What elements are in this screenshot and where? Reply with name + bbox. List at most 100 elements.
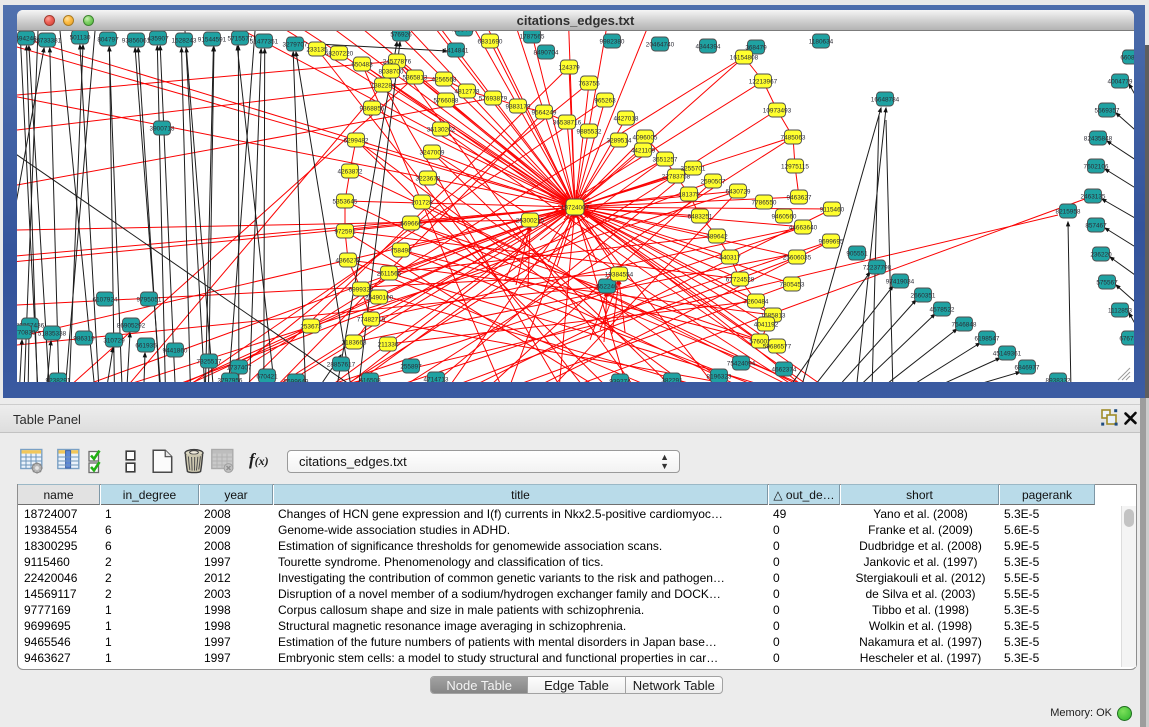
- svg-text:4096005: 4096005: [633, 134, 658, 141]
- svg-text:3797956: 3797956: [218, 377, 243, 382]
- svg-text:652246: 652246: [596, 283, 618, 290]
- svg-text:67724528: 67724528: [726, 276, 755, 283]
- svg-text:25490100: 25490100: [365, 294, 394, 301]
- svg-text:9115460: 9115460: [820, 206, 845, 213]
- svg-text:9368856: 9368856: [360, 105, 385, 112]
- svg-text:124379: 124379: [558, 64, 580, 71]
- svg-text:382291: 382291: [661, 377, 683, 382]
- svg-text:6107924: 6107924: [93, 296, 118, 303]
- svg-text:253673: 253673: [300, 323, 322, 330]
- svg-text:181375: 181375: [678, 191, 700, 198]
- svg-text:97419034: 97419034: [886, 278, 915, 285]
- svg-text:3255701: 3255701: [681, 165, 706, 172]
- svg-text:211330: 211330: [378, 341, 399, 348]
- svg-text:2660351: 2660351: [911, 292, 936, 299]
- svg-text:1737407: 1737407: [227, 364, 252, 371]
- svg-text:1112853: 1112853: [1108, 307, 1132, 314]
- svg-text:1180634: 1180634: [809, 38, 834, 45]
- svg-text:4004779: 4004779: [1108, 78, 1133, 85]
- svg-text:9699695: 9699695: [819, 238, 844, 245]
- svg-text:68207220: 68207220: [325, 50, 354, 57]
- svg-text:38733381: 38733381: [33, 37, 62, 44]
- svg-text:3651257: 3651257: [653, 156, 678, 163]
- svg-text:25300215: 25300215: [516, 217, 545, 224]
- svg-text:1382284: 1382284: [371, 82, 396, 89]
- svg-text:8215958: 8215958: [1056, 208, 1081, 215]
- svg-text:45149361: 45149361: [993, 350, 1022, 357]
- svg-text:4812778: 4812778: [455, 88, 480, 95]
- svg-text:5353645: 5353645: [333, 198, 358, 205]
- svg-text:3223678: 3223678: [416, 175, 441, 182]
- svg-text:763755: 763755: [578, 80, 600, 87]
- svg-text:2611566: 2611566: [377, 270, 402, 277]
- svg-text:7325517: 7325517: [197, 358, 222, 365]
- svg-text:6483251: 6483251: [688, 213, 713, 220]
- svg-text:72237798: 72237798: [863, 264, 892, 271]
- svg-text:670421: 670421: [256, 373, 278, 380]
- svg-text:7805453: 7805453: [780, 281, 805, 288]
- svg-text:4578522: 4578522: [930, 306, 955, 313]
- svg-text:6846977: 6846977: [1015, 364, 1040, 371]
- svg-text:16648784: 16648784: [871, 96, 900, 103]
- svg-text:986319: 986319: [73, 335, 95, 342]
- svg-text:236220: 236220: [1090, 251, 1112, 258]
- svg-text:9441860: 9441860: [163, 347, 188, 354]
- svg-text:8490704: 8490704: [534, 49, 559, 56]
- svg-text:7260484: 7260484: [744, 298, 769, 305]
- svg-text:6999324: 6999324: [349, 286, 374, 293]
- svg-text:2183668: 2183668: [342, 339, 367, 346]
- svg-text:10973493: 10973493: [763, 107, 792, 114]
- svg-text:2463135: 2463135: [1081, 193, 1106, 200]
- svg-text:589642: 589642: [706, 233, 728, 240]
- svg-text:7546848: 7546848: [952, 321, 977, 328]
- svg-text:660829: 660829: [1120, 54, 1134, 61]
- svg-text:4263872: 4263872: [338, 168, 363, 175]
- svg-text:18724007: 18724007: [561, 204, 590, 211]
- svg-text:4041192: 4041192: [754, 321, 779, 328]
- svg-text:3900718: 3900718: [150, 125, 175, 132]
- svg-text:576926: 576926: [390, 31, 412, 38]
- svg-text:36538716: 36538716: [553, 119, 582, 126]
- svg-text:9383179: 9383179: [506, 103, 531, 110]
- svg-text:9463627: 9463627: [787, 194, 812, 201]
- svg-text:661935: 661935: [135, 342, 157, 349]
- svg-text:8699649: 8699649: [284, 378, 309, 382]
- svg-text:7602106: 7602106: [1084, 163, 1109, 170]
- svg-text:9564249: 9564249: [532, 109, 557, 116]
- svg-text:9770838: 9770838: [17, 329, 36, 336]
- svg-text:28857617: 28857617: [327, 361, 356, 368]
- svg-text:41864497: 41864497: [450, 31, 479, 33]
- svg-text:91544591: 91544591: [198, 36, 227, 43]
- svg-text:4427018: 4427018: [614, 115, 639, 122]
- svg-text:82435848: 82435848: [1084, 135, 1113, 142]
- svg-text:9460560: 9460560: [772, 213, 797, 220]
- svg-text:7485063: 7485063: [781, 134, 806, 141]
- svg-text:59686577: 59686577: [763, 343, 792, 350]
- svg-text:939274: 939274: [609, 378, 631, 382]
- svg-text:93856061: 93856061: [122, 37, 151, 44]
- svg-text:8938332: 8938332: [1046, 377, 1071, 382]
- svg-text:12213967: 12213967: [749, 78, 778, 85]
- svg-text:201728: 201728: [411, 199, 433, 206]
- svg-text:676730: 676730: [1119, 335, 1134, 342]
- svg-text:804797: 804797: [97, 36, 119, 43]
- svg-text:9238291: 9238291: [46, 377, 71, 382]
- svg-text:4366278: 4366278: [336, 257, 361, 264]
- svg-text:435907: 435907: [147, 35, 169, 42]
- svg-text:77482719: 77482719: [357, 316, 386, 323]
- svg-text:501130: 501130: [70, 34, 91, 41]
- svg-text:310729: 310729: [103, 337, 125, 344]
- svg-text:1528243: 1528243: [172, 37, 197, 44]
- svg-text:6299482: 6299482: [344, 137, 369, 144]
- svg-text:51835338: 51835338: [38, 330, 67, 337]
- svg-text:3279707: 3279707: [283, 41, 308, 48]
- svg-text:4256568: 4256568: [432, 76, 457, 83]
- svg-text:857467: 857467: [1085, 222, 1107, 229]
- svg-text:25606035: 25606035: [783, 254, 812, 261]
- svg-text:51477351: 51477351: [250, 38, 279, 45]
- svg-text:4344394: 4344394: [696, 43, 721, 50]
- svg-text:9795051: 9795051: [137, 296, 162, 303]
- svg-text:758498: 758498: [390, 247, 412, 254]
- svg-text:4714713: 4714713: [424, 376, 449, 382]
- svg-text:86905292: 86905292: [117, 322, 146, 329]
